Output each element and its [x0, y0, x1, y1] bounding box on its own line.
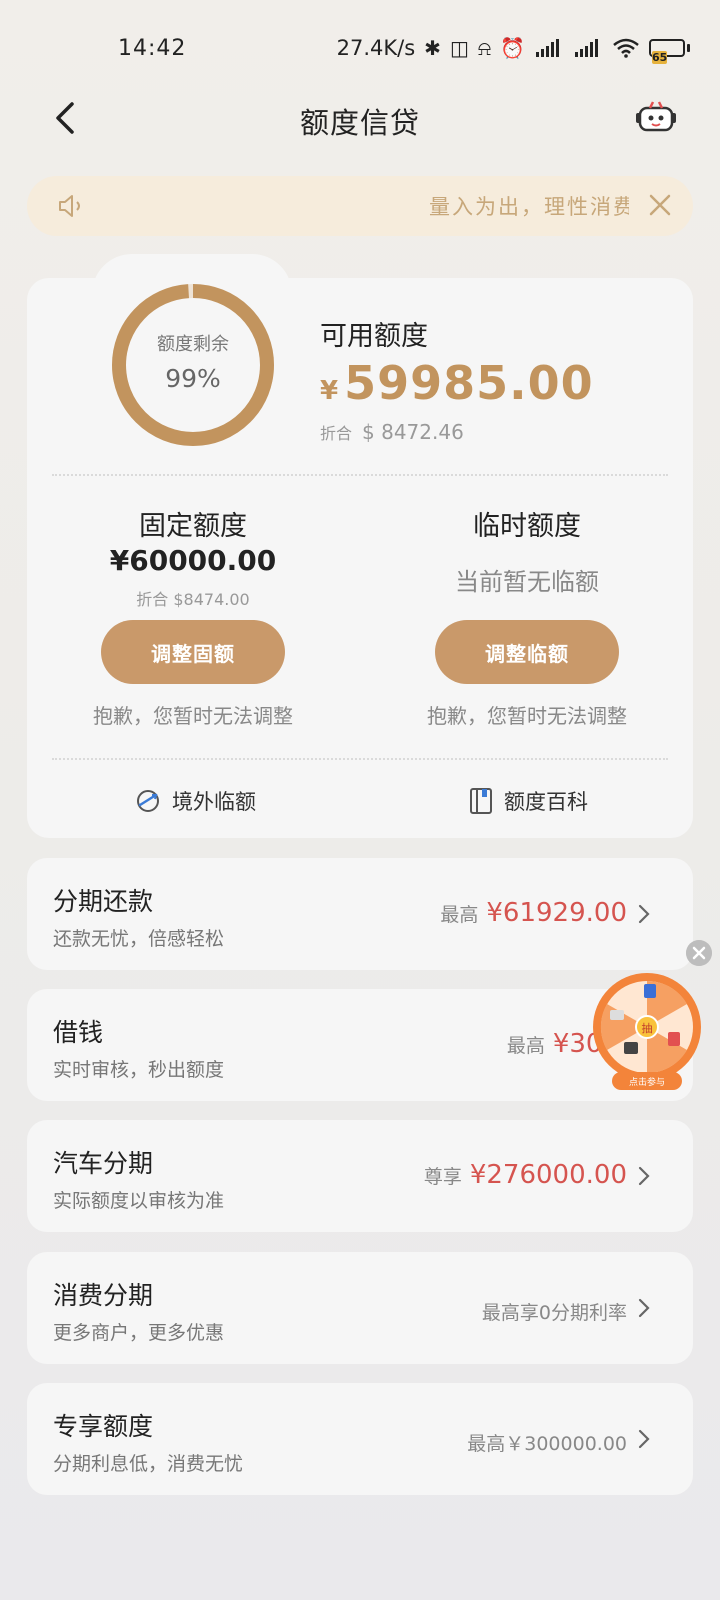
book-icon [470, 788, 492, 814]
adjust-temp-button[interactable]: 调整临额 [435, 620, 619, 684]
divider [52, 474, 668, 476]
credit-wiki-link[interactable]: 额度百科 [468, 786, 588, 816]
vibrate-icon: ◫ [449, 36, 469, 60]
item-prefix: 最高 [440, 904, 479, 926]
list-item-car-installment[interactable]: 汽车分期 实际额度以审核为准 尊享 ¥276000.00 [27, 1120, 693, 1232]
overseas-link-label: 境外临额 [172, 790, 256, 814]
ring-value: 99% [165, 364, 221, 393]
speaker-icon [59, 195, 80, 217]
list-item-installment-repay[interactable]: 分期还款 还款无忧，倍感轻松 最高 ¥61929.00 [27, 858, 693, 970]
list-item-exclusive-credit[interactable]: 专享额度 分期利息低，消费无忧 最高￥300000.00 [27, 1383, 693, 1495]
close-icon[interactable] [647, 192, 673, 218]
equiv-value: $ 8472.46 [362, 420, 464, 444]
fixed-credit-note: 抱歉，您暂时无法调整 [93, 704, 293, 728]
fixed-credit-equiv: 折合 $8474.00 [136, 590, 250, 609]
item-subtitle: 实时审核，秒出额度 [53, 1059, 225, 1081]
battery-level: 65 [652, 51, 668, 64]
robot-assistant-icon[interactable] [634, 96, 678, 136]
notice-text: 量入为出，理性消费 [429, 195, 629, 219]
available-amount: ¥59985.00 [320, 356, 594, 410]
status-time: 14:42 [118, 36, 187, 61]
item-right: 最高 ¥61929.00 [440, 898, 627, 928]
fixed-credit-title: 固定额度 [139, 511, 247, 542]
nav-bar: 额度信贷 [0, 86, 720, 150]
net-speed: 27.4K/s [336, 36, 416, 60]
chevron-right-icon [638, 1166, 650, 1186]
item-title: 汽车分期 [53, 1149, 154, 1178]
notice-bar: 量入为出，理性消费 [27, 176, 693, 236]
temp-credit-note: 抱歉，您暂时无法调整 [427, 704, 627, 728]
signal-icon [536, 39, 559, 57]
item-subtitle: 实际额度以审核为准 [53, 1190, 225, 1212]
chevron-right-icon [638, 1429, 650, 1449]
item-subtitle: 分期利息低，消费无忧 [53, 1453, 244, 1475]
available-label: 可用额度 [320, 321, 428, 352]
status-bar: 14:42 27.4K/s ✱ ◫ ⍾ ⏰ 65 [0, 0, 720, 96]
item-right: 尊享 ¥276000.00 [424, 1160, 627, 1190]
item-value: 最高享0分期利率 [481, 1302, 627, 1324]
temp-credit-none: 当前暂无临额 [455, 568, 599, 596]
bluetooth-icon: ✱ [424, 36, 441, 60]
equiv-label: 折合 [320, 424, 353, 443]
battery-icon: 65 [649, 39, 690, 64]
float-close-icon[interactable] [686, 940, 712, 966]
item-subtitle: 更多商户，更多优惠 [53, 1322, 225, 1344]
available-equivalent: 折合 $ 8472.46 [320, 420, 464, 444]
mute-bell-icon: ⍾ [477, 36, 492, 60]
list-item-consumer-installment[interactable]: 消费分期 更多商户，更多优惠 最高享0分期利率 [27, 1252, 693, 1364]
item-value: ¥276000.00 [469, 1160, 627, 1190]
item-title: 分期还款 [53, 887, 154, 916]
wheel-caption: 点击参与 [629, 1076, 665, 1088]
chevron-right-icon [638, 904, 650, 924]
lucky-wheel-widget[interactable]: 抽 点击参与 [590, 972, 704, 1092]
item-title: 借钱 [53, 1018, 104, 1047]
page-title: 额度信贷 [299, 106, 420, 140]
item-right: 最高￥300000.00 [467, 1429, 627, 1456]
fixed-credit-amount: ¥60000.00 [109, 544, 277, 577]
wifi-icon [613, 38, 639, 58]
ring-label: 额度剩余 [157, 334, 229, 355]
item-title: 消费分期 [53, 1281, 154, 1310]
item-subtitle: 还款无忧，倍感轻松 [53, 928, 225, 950]
item-right: 最高享0分期利率 [482, 1298, 627, 1325]
item-value: ¥61929.00 [486, 898, 627, 928]
chevron-right-icon [638, 1298, 650, 1318]
currency-symbol: ¥ [320, 376, 339, 406]
overseas-temp-credit-link[interactable]: 境外临额 [134, 786, 256, 816]
wheel-center-label: 抽 [642, 1021, 653, 1035]
temp-credit-title: 临时额度 [473, 511, 581, 542]
item-prefix: 最高 [506, 1035, 545, 1057]
divider [52, 758, 668, 760]
item-title: 专享额度 [53, 1412, 154, 1441]
alarm-icon: ⏰ [500, 36, 525, 60]
wiki-link-label: 额度百科 [504, 790, 588, 814]
status-icons: 27.4K/s ✱ ◫ ⍾ ⏰ 65 [336, 36, 690, 64]
item-prefix: 尊享 [423, 1166, 462, 1188]
item-value: 最高￥300000.00 [467, 1433, 627, 1455]
signal-icon-2 [575, 39, 598, 57]
available-amount-value: 59985.00 [344, 356, 594, 410]
globe-plane-icon [137, 790, 159, 812]
adjust-fixed-button[interactable]: 调整固额 [101, 620, 285, 684]
